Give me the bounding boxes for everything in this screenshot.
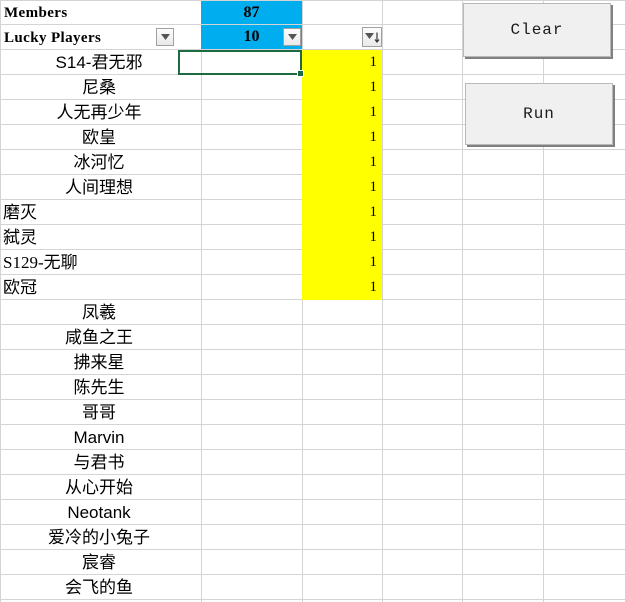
list-item[interactable]: 陈先生 xyxy=(1,375,201,400)
list-item[interactable]: 磨灭 xyxy=(1,200,201,225)
result-cell[interactable]: 1 xyxy=(302,150,382,175)
list-item[interactable]: 与君书 xyxy=(1,450,201,475)
list-item[interactable]: 人间理想 xyxy=(1,175,201,200)
list-item[interactable]: 宸睿 xyxy=(1,550,201,575)
list-item[interactable]: 从心开始 xyxy=(1,475,201,500)
list-item[interactable]: 欧皇 xyxy=(1,125,201,150)
name-column-filter-button[interactable] xyxy=(156,28,174,46)
result-cell[interactable]: 1 xyxy=(302,50,382,75)
members-value[interactable]: 87 xyxy=(201,1,302,24)
count-column-filter-button[interactable] xyxy=(283,28,301,46)
list-item[interactable]: Neotank xyxy=(1,500,201,525)
list-item[interactable]: 弑灵 xyxy=(1,225,201,250)
result-cell[interactable]: 1 xyxy=(302,100,382,125)
clear-button[interactable]: Clear xyxy=(463,3,611,57)
list-item[interactable]: 冰河忆 xyxy=(1,150,201,175)
members-label: Members xyxy=(4,5,68,21)
list-item[interactable]: 拂来星 xyxy=(1,350,201,375)
gridline-v xyxy=(382,0,383,602)
result-column-filter-button[interactable] xyxy=(362,27,382,47)
list-item[interactable]: 尼桑 xyxy=(1,75,201,100)
result-cell[interactable]: 1 xyxy=(302,200,382,225)
list-item[interactable]: Marvin xyxy=(1,425,201,450)
list-item[interactable]: 人无再少年 xyxy=(1,100,201,125)
result-cell[interactable]: 1 xyxy=(302,250,382,275)
list-item[interactable]: 会飞的鱼 xyxy=(1,575,201,600)
chevron-down-icon xyxy=(160,34,170,40)
list-item[interactable]: 咸鱼之王 xyxy=(1,325,201,350)
spreadsheet-grid[interactable]: Members 87 Lucky Players 10 S14-君无邪 尼桑 人… xyxy=(0,0,626,602)
list-item[interactable]: S129-无聊 xyxy=(1,250,201,275)
list-item[interactable]: 凤羲 xyxy=(1,300,201,325)
run-button[interactable]: Run xyxy=(465,83,613,145)
chevron-down-icon xyxy=(287,34,297,40)
list-item[interactable]: 哥哥 xyxy=(1,400,201,425)
result-cell[interactable]: 1 xyxy=(302,275,382,300)
list-item[interactable]: 爱冷的小兔子 xyxy=(1,525,201,550)
filter-sort-descending-icon xyxy=(364,32,380,43)
result-cell[interactable]: 1 xyxy=(302,75,382,100)
list-item[interactable]: S14-君无邪 xyxy=(1,50,201,75)
gridline-v xyxy=(462,0,463,602)
list-item[interactable]: 欧冠 xyxy=(1,275,201,300)
result-cell[interactable]: 1 xyxy=(302,225,382,250)
lucky-players-label: Lucky Players xyxy=(4,30,102,46)
result-cell[interactable]: 1 xyxy=(302,125,382,150)
result-cell[interactable]: 1 xyxy=(302,175,382,200)
gridline-v xyxy=(201,0,202,602)
